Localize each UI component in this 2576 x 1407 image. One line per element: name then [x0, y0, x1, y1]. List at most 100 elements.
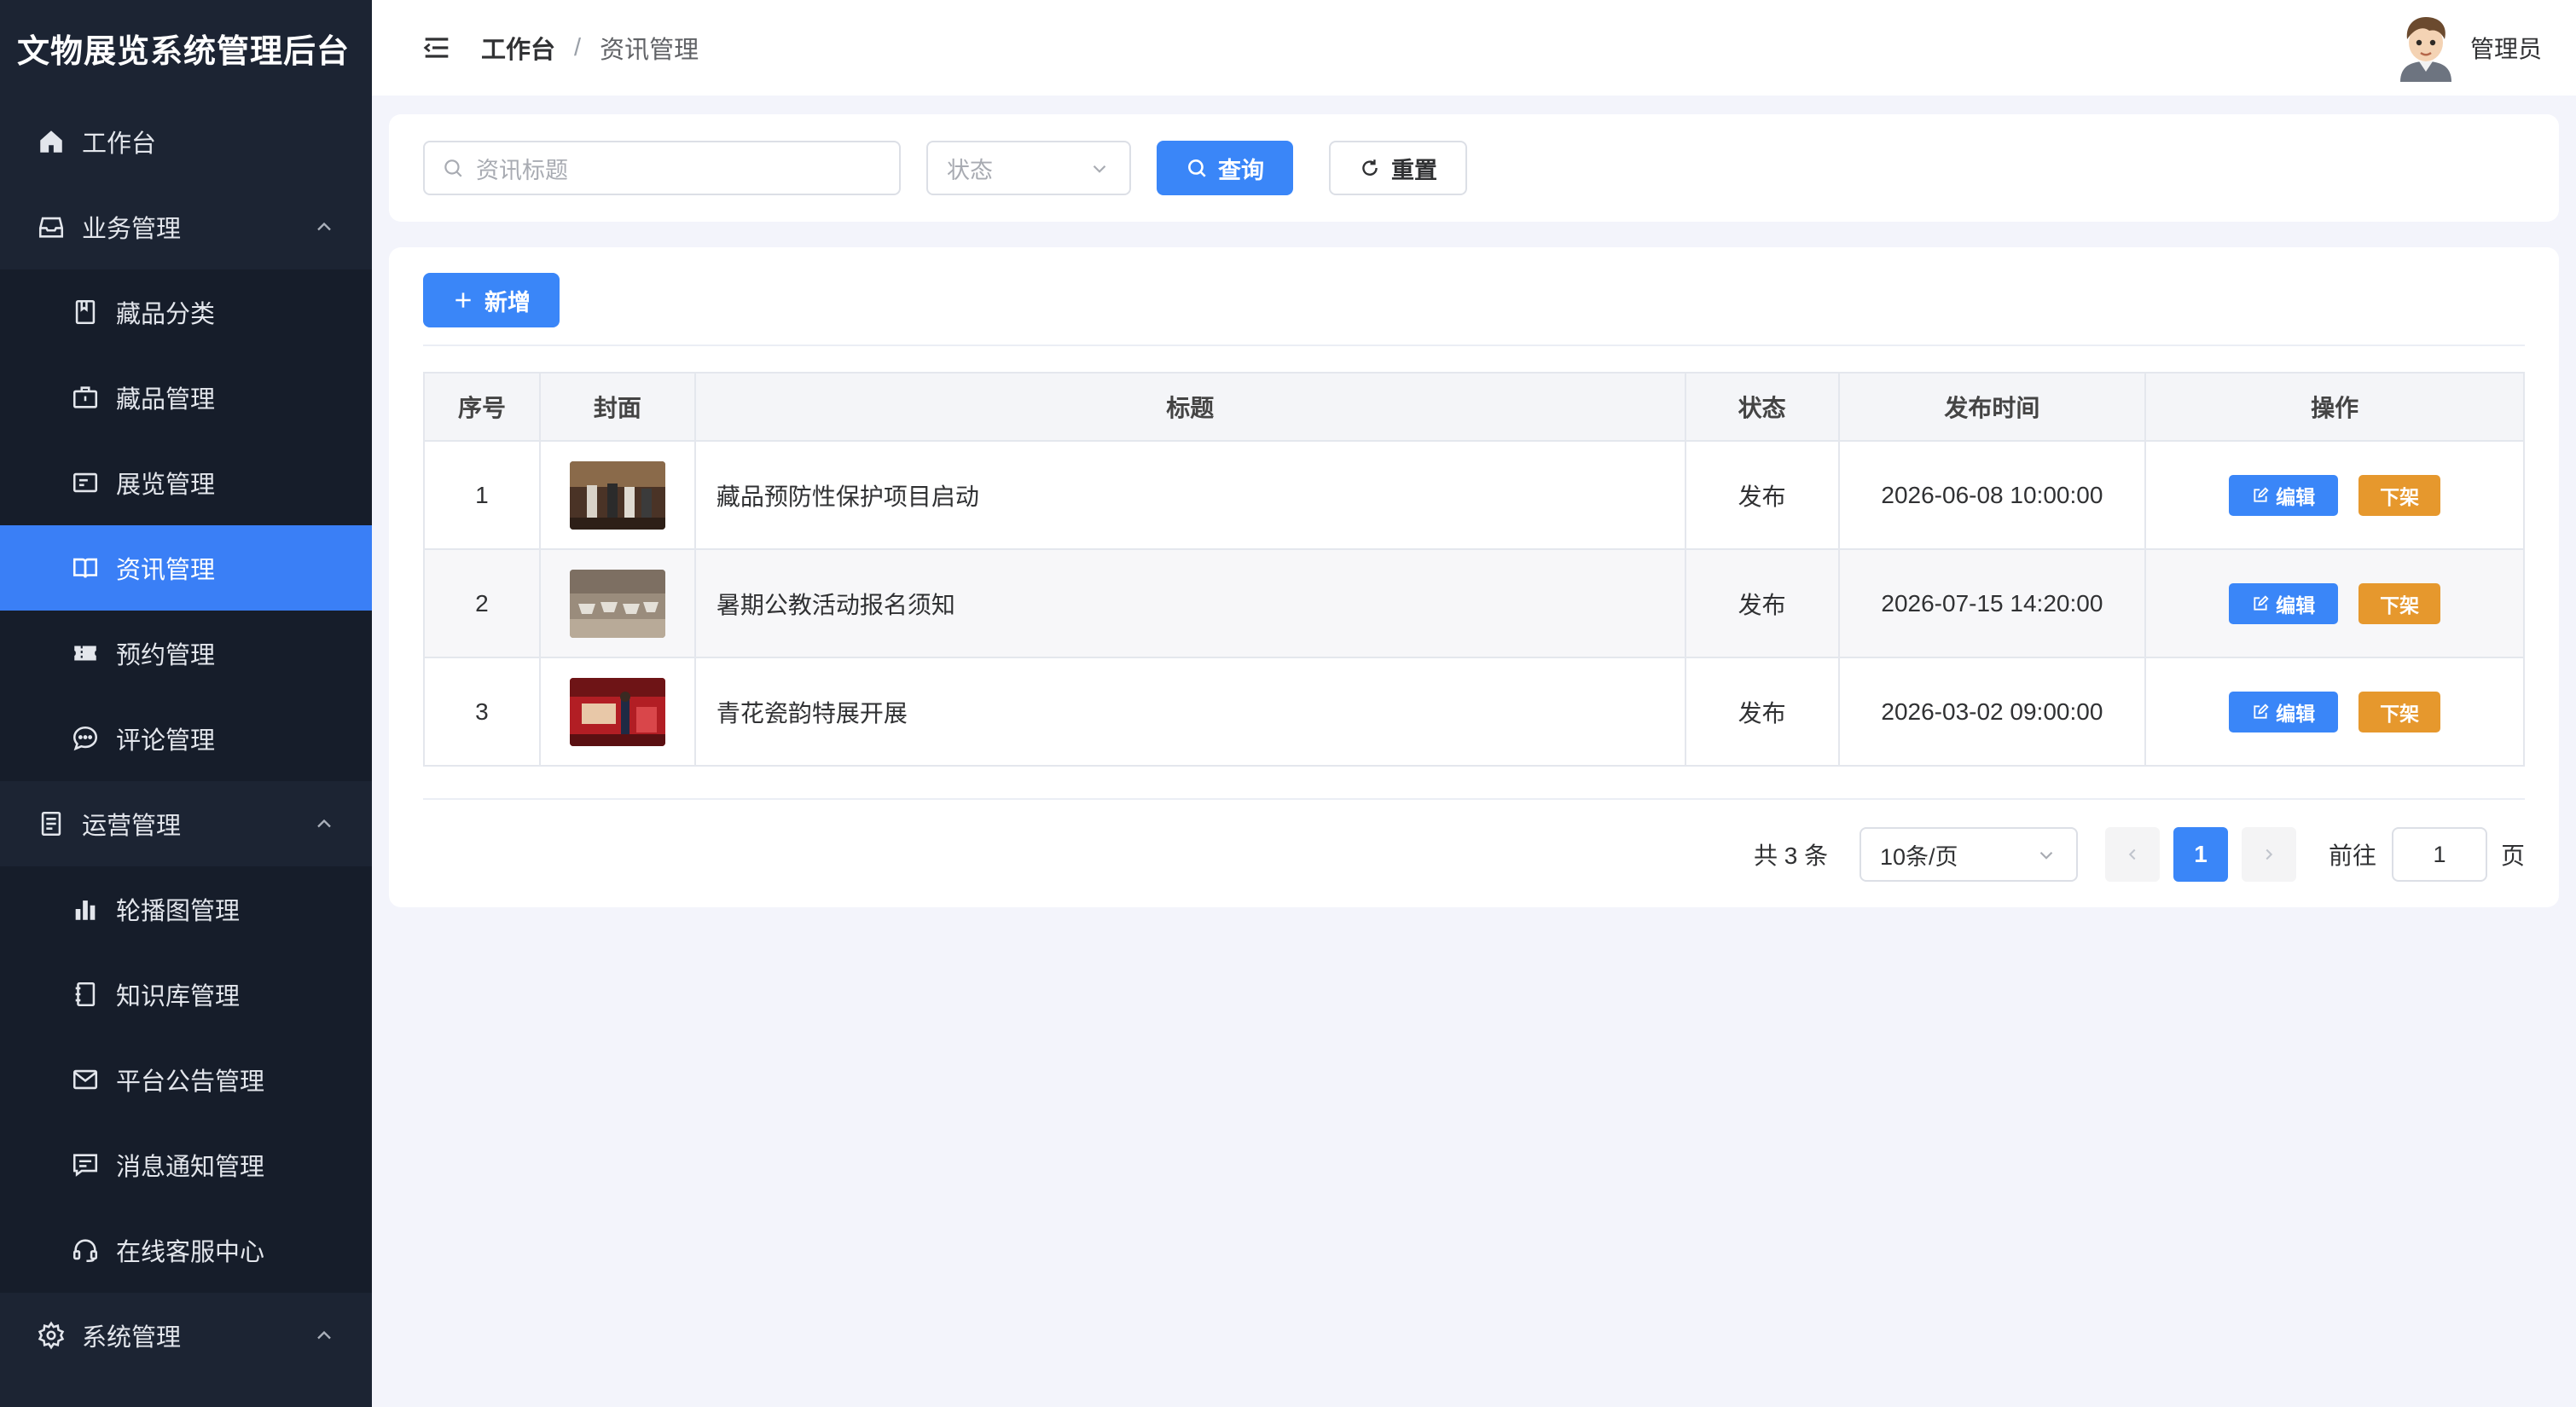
- sidebar-item-comments[interactable]: 评论管理: [0, 696, 372, 781]
- sidebar-item-notifications[interactable]: 消息通知管理: [0, 1122, 372, 1207]
- sidebar-item-label: 在线客服中心: [116, 1239, 265, 1266]
- add-button-label: 新增: [484, 289, 531, 316]
- offline-button[interactable]: 下架: [2358, 582, 2441, 624]
- bar-chart-icon: [68, 892, 102, 926]
- chevron-up-icon[interactable]: [312, 812, 336, 836]
- sidebar-item-label: 藏品管理: [116, 386, 216, 414]
- sidebar-item-operations[interactable]: 运营管理: [0, 781, 372, 866]
- sidebar-item-carousel[interactable]: 轮播图管理: [0, 866, 372, 952]
- document-icon: [34, 807, 68, 841]
- sidebar-item-customer-service[interactable]: 在线客服中心: [0, 1207, 372, 1293]
- sidebar-item-reservation[interactable]: 预约管理: [0, 611, 372, 696]
- offline-button[interactable]: 下架: [2358, 474, 2441, 516]
- cover-image[interactable]: [569, 460, 665, 530]
- user-menu[interactable]: 管理员: [2393, 14, 2542, 82]
- edit-button[interactable]: 编辑: [2229, 582, 2339, 624]
- chat-icon: [68, 721, 102, 756]
- column-header-title: 标题: [693, 372, 1686, 442]
- avatar[interactable]: [2393, 14, 2458, 82]
- pagination-total: 共 3 条: [1754, 842, 1829, 869]
- chevron-right-icon: [2266, 848, 2273, 860]
- row-actions: 编辑 下架: [2144, 440, 2525, 550]
- row-cover: [538, 440, 696, 550]
- sidebar-item-workbench[interactable]: 工作台: [0, 99, 372, 184]
- prev-page-button[interactable]: [2105, 827, 2160, 882]
- offline-button[interactable]: 下架: [2358, 691, 2441, 732]
- cover-image[interactable]: [569, 569, 665, 638]
- ticket-icon: [68, 636, 102, 670]
- status-select-placeholder: 状态: [947, 157, 993, 183]
- page-number-current[interactable]: 1: [2173, 827, 2228, 882]
- sidebar-item-announcements[interactable]: 平台公告管理: [0, 1037, 372, 1122]
- query-button-label: 查询: [1218, 157, 1264, 183]
- table-row: 3 青花瓷韵特展开展 发布 2026-03-02 09:00:00 编辑 下架: [423, 657, 2525, 767]
- offline-button-label: 下架: [2380, 593, 2420, 617]
- search-panel: 资讯标题 状态 查询 重置: [389, 114, 2559, 222]
- sidebar-item-label: 轮播图管理: [116, 898, 241, 925]
- news-table: 序号 封面 标题 状态 发布时间 操作 1 藏品预防性保护项目启动 发布 202…: [423, 372, 2525, 767]
- sidebar-item-label: 消息通知管理: [116, 1154, 265, 1181]
- column-header-actions: 操作: [2144, 372, 2525, 442]
- goto-page-input[interactable]: 1: [2392, 827, 2487, 882]
- pagination-divider: [423, 798, 2525, 800]
- sidebar-item-label: 知识库管理: [116, 983, 241, 1010]
- row-title: 青花瓷韵特展开展: [693, 657, 1686, 767]
- reset-button-label: 重置: [1391, 157, 1437, 183]
- breadcrumb: 工作台 / 资讯管理: [481, 30, 699, 66]
- row-index: 2: [423, 548, 541, 658]
- goto-label: 前往: [2329, 842, 2377, 869]
- add-button[interactable]: 新增: [423, 273, 560, 327]
- book-icon: [68, 295, 102, 329]
- home-icon: [34, 124, 68, 159]
- column-header-status: 状态: [1684, 372, 1840, 442]
- sidebar-item-collection-manage[interactable]: 藏品管理: [0, 355, 372, 440]
- sidebar-item-knowledge[interactable]: 知识库管理: [0, 952, 372, 1037]
- headset-icon: [68, 1233, 102, 1267]
- sidebar-item-label: 藏品分类: [116, 301, 216, 328]
- table-row: 1 藏品预防性保护项目启动 发布 2026-06-08 10:00:00 编辑 …: [423, 440, 2525, 550]
- page-suffix: 页: [2501, 842, 2526, 869]
- chevron-down-icon: [2039, 851, 2053, 860]
- table-header-row: 序号 封面 标题 状态 发布时间 操作: [423, 372, 2525, 442]
- page-size-select[interactable]: 10条/页: [1859, 827, 2078, 882]
- search-icon: [1188, 159, 1206, 177]
- message-icon: [68, 1148, 102, 1182]
- sidebar-item-news[interactable]: 资讯管理: [0, 525, 372, 611]
- row-time: 2026-07-15 14:20:00: [1837, 548, 2147, 658]
- chevron-up-icon[interactable]: [312, 1323, 336, 1347]
- row-time: 2026-06-08 10:00:00: [1837, 440, 2147, 550]
- sidebar-item-business[interactable]: 业务管理: [0, 184, 372, 269]
- title-search-placeholder: 资讯标题: [476, 157, 568, 183]
- row-time: 2026-03-02 09:00:00: [1837, 657, 2147, 767]
- menu-fold-icon[interactable]: [420, 31, 454, 65]
- sidebar-item-label: 平台公告管理: [116, 1068, 265, 1096]
- sidebar: 文物展览系统管理后台 工作台 业务管理 藏品分类 藏品管理 展览管理 资讯管理 …: [0, 0, 372, 1407]
- row-title: 藏品预防性保护项目启动: [693, 440, 1686, 550]
- sidebar-item-system[interactable]: 系统管理: [0, 1293, 372, 1378]
- chevron-left-icon: [2128, 848, 2136, 860]
- cover-image[interactable]: [569, 677, 665, 746]
- status-select[interactable]: 状态: [926, 141, 1131, 195]
- breadcrumb-home[interactable]: 工作台: [481, 30, 555, 66]
- sidebar-item-label: 业务管理: [82, 216, 182, 243]
- query-button[interactable]: 查询: [1157, 141, 1293, 195]
- next-page-button[interactable]: [2242, 827, 2296, 882]
- row-index: 3: [423, 657, 541, 767]
- edit-button[interactable]: 编辑: [2229, 691, 2339, 732]
- notebook-icon: [68, 977, 102, 1011]
- edit-button[interactable]: 编辑: [2229, 474, 2339, 516]
- reset-button[interactable]: 重置: [1329, 141, 1467, 195]
- offline-button-label: 下架: [2380, 702, 2420, 725]
- sidebar-item-exhibition[interactable]: 展览管理: [0, 440, 372, 525]
- title-search-input[interactable]: 资讯标题: [423, 141, 901, 195]
- refresh-icon: [1362, 159, 1378, 176]
- sidebar-item-collection-category[interactable]: 藏品分类: [0, 269, 372, 355]
- username: 管理员: [2469, 36, 2542, 62]
- row-title: 暑期公教活动报名须知: [693, 548, 1686, 658]
- top-header: 工作台 / 资讯管理 管理员: [372, 0, 2576, 96]
- chevron-up-icon[interactable]: [312, 215, 336, 239]
- mail-icon: [68, 1062, 102, 1097]
- goto-page-value: 1: [2433, 841, 2446, 867]
- row-cover: [538, 657, 696, 767]
- open-book-icon: [68, 551, 102, 585]
